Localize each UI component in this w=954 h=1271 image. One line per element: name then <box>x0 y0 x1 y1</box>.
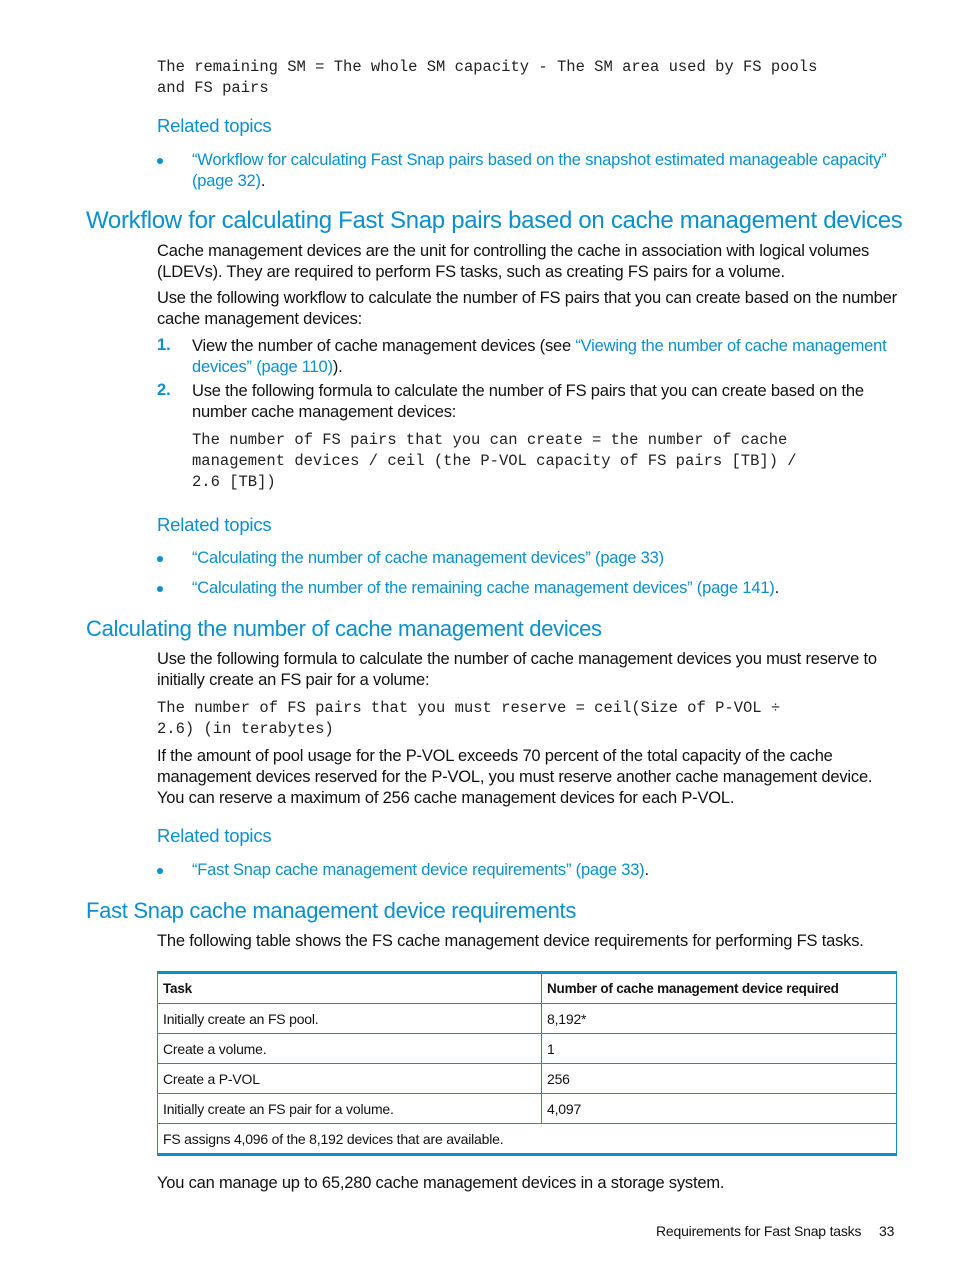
calc-paragraph-2: If the amount of pool usage for the P-VO… <box>157 747 873 807</box>
task-cell: Create a P-VOL <box>157 1063 542 1094</box>
related-list-item: “Fast Snap cache management device requi… <box>192 860 892 881</box>
calc-paragraph-1: Use the following formula to calculate t… <box>157 650 877 689</box>
related-topics-heading: Related topics <box>157 825 272 846</box>
section-heading-workflow: Workflow for calculating Fast Snap pairs… <box>86 207 903 234</box>
step-number: 1. <box>157 336 171 354</box>
required-cell: 8,192* <box>541 1003 897 1034</box>
section-heading-calculating: Calculating the number of cache manageme… <box>86 616 602 641</box>
footer-section-title: Requirements for Fast Snap tasks <box>656 1223 862 1239</box>
bullet-icon <box>157 556 163 562</box>
related-link[interactable]: “Workflow for calculating Fast Snap pair… <box>192 151 887 190</box>
step-2: Use the following formula to calculate t… <box>192 382 864 421</box>
link-suffix: . <box>774 579 780 597</box>
req-paragraph-2: You can manage up to 65,280 cache manage… <box>157 1174 725 1192</box>
related-list-item: “Calculating the number of the remaining… <box>192 578 912 599</box>
workflow-paragraph-2: Use the following workflow to calculate … <box>157 289 897 328</box>
required-cell: 4,097 <box>541 1093 897 1124</box>
step-number: 2. <box>157 381 171 399</box>
required-cell: 256 <box>541 1063 897 1094</box>
step-1: View the number of cache management devi… <box>192 336 892 378</box>
required-cell: 1 <box>541 1033 897 1064</box>
bullet-icon <box>157 158 163 164</box>
task-cell: Initially create an FS pool. <box>157 1003 542 1034</box>
section-heading-requirements: Fast Snap cache management device requir… <box>86 898 577 923</box>
step-text: View the number of cache management devi… <box>192 337 576 355</box>
related-topics-heading: Related topics <box>157 514 272 535</box>
related-topics-heading: Related topics <box>157 115 272 136</box>
workflow-paragraph-1: Cache management devices are the unit fo… <box>157 242 870 281</box>
req-paragraph-1: The following table shows the FS cache m… <box>157 932 864 950</box>
column-header-required: Number of cache management device requir… <box>541 972 897 1004</box>
table-footnote: FS assigns 4,096 of the 8,192 devices th… <box>157 1123 897 1155</box>
table-row: Create a volume. 1 <box>157 1033 897 1064</box>
link-suffix: . <box>260 172 266 190</box>
bullet-icon <box>157 868 163 874</box>
related-link[interactable]: “Fast Snap cache management device requi… <box>192 861 645 879</box>
related-list-item: “Calculating the number of cache managem… <box>192 548 892 569</box>
calc-formula: The number of FS pairs that you must res… <box>157 699 781 738</box>
table-row: Initially create an FS pair for a volume… <box>157 1093 897 1124</box>
table-row: Create a P-VOL 256 <box>157 1063 897 1094</box>
intro-formula: The remaining SM = The whole SM capacity… <box>157 58 818 97</box>
related-link[interactable]: “Calculating the number of the remaining… <box>192 579 775 597</box>
bullet-icon <box>157 586 163 592</box>
step-suffix: ). <box>332 358 343 376</box>
task-cell: Create a volume. <box>157 1033 542 1064</box>
table-footnote-row: FS assigns 4,096 of the 8,192 devices th… <box>157 1123 897 1155</box>
task-cell: Initially create an FS pair for a volume… <box>157 1093 542 1124</box>
page-number: 33 <box>879 1223 895 1239</box>
table-row: Initially create an FS pool. 8,192* <box>157 1003 897 1034</box>
column-header-task: Task <box>157 972 542 1004</box>
table-header-row: Task Number of cache management device r… <box>157 972 897 1004</box>
workflow-formula: The number of FS pairs that you can crea… <box>192 431 797 491</box>
related-list-item: “Workflow for calculating Fast Snap pair… <box>192 150 892 192</box>
link-suffix: . <box>644 861 649 879</box>
requirements-table: Task Number of cache management device r… <box>157 971 897 1156</box>
related-link[interactable]: “Calculating the number of cache managem… <box>192 549 664 567</box>
